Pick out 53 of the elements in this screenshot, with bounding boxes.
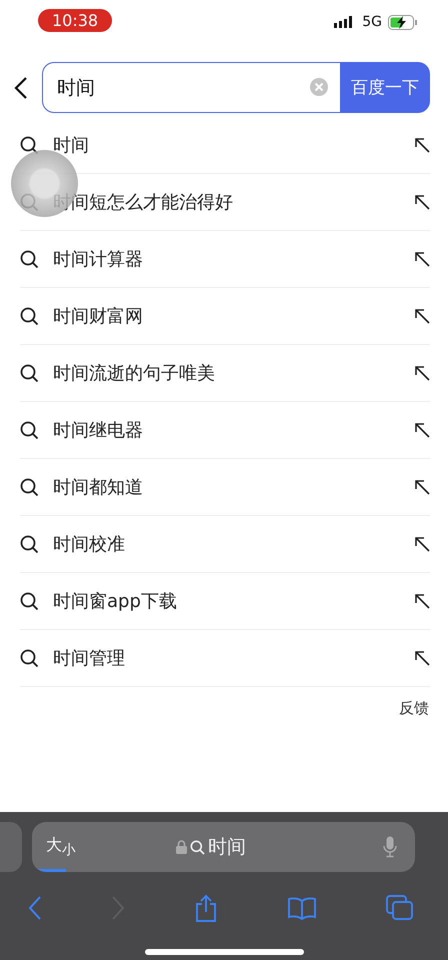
arrow-up-left-icon[interactable] — [414, 479, 430, 495]
search-button[interactable]: 百度一下 — [340, 62, 430, 113]
tabs-icon[interactable] — [386, 895, 414, 921]
search-icon — [20, 364, 39, 382]
suggestion-text: 时间短怎么才能治得好 — [53, 191, 234, 214]
search-icon — [20, 136, 39, 154]
suggestion-item[interactable]: 时间校准 — [20, 516, 430, 573]
suggestion-item[interactable]: 时间继电器 — [20, 402, 430, 459]
search-icon — [20, 478, 39, 496]
suggestion-item[interactable]: 时间管理 — [20, 630, 430, 687]
suggestion-text: 时间财富网 — [53, 305, 144, 328]
suggestion-item[interactable]: 时间都知道 — [20, 459, 430, 516]
share-icon[interactable] — [194, 894, 218, 922]
search-icon — [20, 420, 39, 440]
address-bar[interactable]: 大$_{小}$ 时间 — [32, 822, 415, 872]
suggestion-text: 时间校准 — [53, 533, 126, 556]
arrow-up-left-icon[interactable] — [414, 365, 430, 381]
arrow-up-left-icon[interactable] — [414, 251, 430, 267]
arrow-up-left-icon[interactable] — [414, 194, 430, 210]
text-size-button[interactable]: 大$_{小}$ — [46, 834, 75, 860]
address-text: 时间 — [208, 835, 246, 860]
arrow-up-left-icon[interactable] — [414, 593, 430, 609]
network-label: 5G — [362, 14, 382, 30]
arrow-up-left-icon[interactable] — [414, 308, 430, 324]
feedback-link[interactable]: 反馈 — [399, 699, 429, 718]
search-icon — [20, 648, 39, 668]
arrow-up-left-icon[interactable] — [414, 422, 430, 438]
book-icon[interactable] — [287, 896, 317, 920]
search-icon — [20, 306, 39, 326]
suggestion-text: 时间流逝的句子唯美 — [53, 362, 216, 385]
arrow-up-left-icon[interactable] — [414, 650, 430, 666]
suggestion-text: 时间计算器 — [53, 248, 144, 271]
suggestion-item[interactable]: 时间计算器 — [20, 231, 430, 288]
search-icon — [20, 250, 39, 268]
back-icon[interactable] — [28, 895, 42, 921]
arrow-up-left-icon[interactable] — [414, 536, 430, 552]
suggestion-text: 时间 — [53, 134, 90, 157]
suggestion-text: 时间都知道 — [53, 476, 144, 499]
search-icon — [190, 840, 205, 854]
suggestion-text: 时间继电器 — [53, 419, 144, 442]
suggestion-text: 时间窗app下载 — [53, 590, 178, 613]
back-button[interactable] — [14, 76, 28, 100]
search-icon — [20, 592, 39, 610]
suggestion-item[interactable]: 时间财富网 — [20, 288, 430, 345]
suggestion-text: 时间管理 — [53, 647, 126, 670]
search-icon — [20, 534, 39, 554]
suggestion-item[interactable]: 时间流逝的句子唯美 — [20, 345, 430, 402]
arrow-up-left-icon[interactable] — [414, 137, 430, 153]
suggestion-item[interactable]: 时间窗app下载 — [20, 573, 430, 630]
search-field[interactable]: 时间 — [42, 62, 340, 113]
battery-charging-icon — [388, 14, 418, 30]
lock-icon — [176, 840, 187, 854]
status-time: 10:38 — [38, 8, 112, 32]
